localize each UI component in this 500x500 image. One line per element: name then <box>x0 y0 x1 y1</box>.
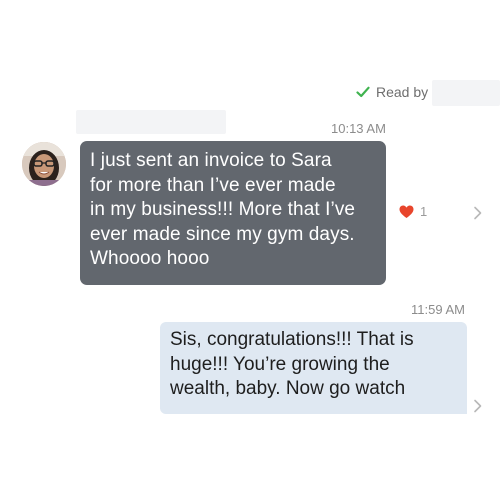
message-thread: Read by 10:13 AM I just sent an invoice … <box>0 0 500 500</box>
read-receipt-label: Read by <box>376 84 429 100</box>
read-receipt: Read by <box>356 84 428 100</box>
message-text-line: I just sent an invoice to Sara <box>90 150 332 171</box>
chevron-right-icon[interactable] <box>473 206 483 220</box>
checkmark-icon <box>356 86 370 98</box>
message-text-line: huge!!! You’re growing the <box>170 353 390 375</box>
message-text-line: in my business!!! More that I’ve <box>90 199 356 220</box>
timestamp: 10:13 AM <box>331 121 386 136</box>
redacted-reader-name <box>432 80 500 106</box>
chevron-right-icon[interactable] <box>473 399 483 413</box>
outgoing-message-bubble[interactable]: Sis, congratulations!!! That is huge!!! … <box>160 322 467 414</box>
redacted-sender-name <box>76 110 226 134</box>
avatar[interactable] <box>22 142 66 186</box>
heart-icon <box>399 205 414 218</box>
reaction-count: 1 <box>420 204 428 219</box>
timestamp: 11:59 AM <box>411 302 465 317</box>
message-text-line: Sis, congratulations!!! That is <box>170 329 414 350</box>
message-text-line: for more than I’ve ever made <box>90 174 336 196</box>
message-text-line: ever made since my gym days. <box>90 223 355 245</box>
incoming-message-bubble[interactable]: I just sent an invoice to Sara for more … <box>80 141 386 285</box>
message-text-line: Whoooo hooo <box>90 248 210 269</box>
message-text-line: wealth, baby. Now go watch <box>170 378 406 399</box>
message-reaction[interactable]: 1 <box>399 204 427 219</box>
avatar-photo <box>22 142 66 186</box>
